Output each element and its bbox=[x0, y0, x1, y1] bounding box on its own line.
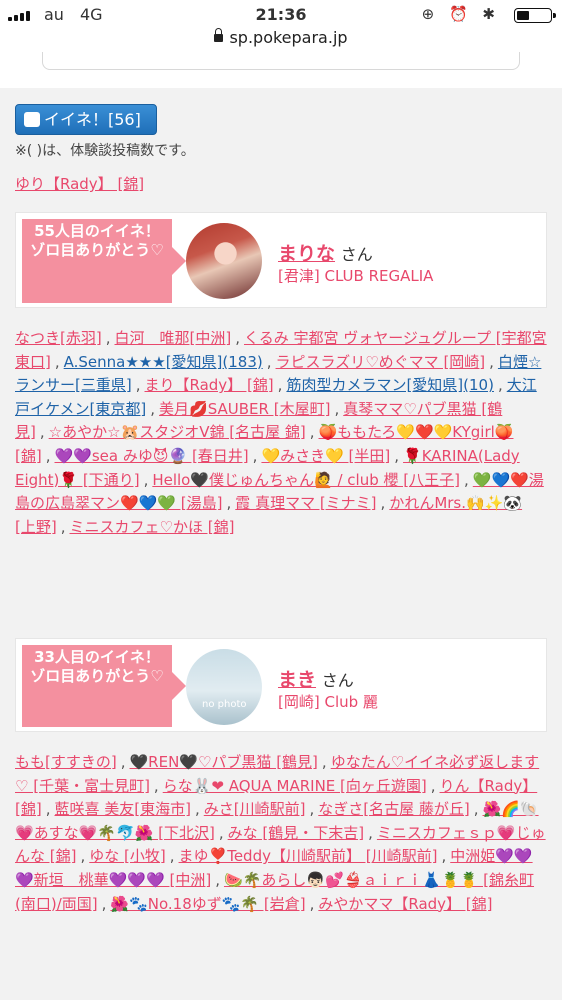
liker-link[interactable]: なぎさ[名古屋 藤が丘] bbox=[318, 800, 469, 818]
liker-link[interactable]: 美月💋SAUBER [木屋町] bbox=[159, 400, 330, 418]
url-text: sp.pokepara.jp bbox=[229, 28, 348, 47]
avatar[interactable] bbox=[186, 223, 262, 299]
system-status-icons: ⊕ ⏰ ✱ bbox=[421, 5, 500, 23]
separator: , bbox=[277, 376, 283, 395]
liker-link[interactable]: まゆ❣️Teddy【川崎駅前】 [川崎駅前] bbox=[179, 847, 438, 865]
separator: , bbox=[309, 894, 315, 913]
thumbs-up-icon bbox=[24, 112, 40, 127]
cast-name[interactable]: まりな さん bbox=[278, 239, 373, 266]
separator: , bbox=[101, 894, 107, 913]
separator: , bbox=[218, 823, 224, 842]
separator: , bbox=[215, 870, 220, 889]
avatar-placeholder-text: no photo bbox=[202, 699, 247, 710]
milestone-ribbon: 33人目のイイネ！ ゾロ目ありがとう♡ bbox=[22, 645, 186, 727]
cast-shop[interactable]: [岡崎] Club 麗 bbox=[278, 691, 378, 712]
liker-link[interactable]: みさ[川崎駅前] bbox=[204, 800, 306, 818]
iine-button[interactable]: イイネ！[56] bbox=[15, 104, 157, 135]
separator: , bbox=[464, 470, 469, 489]
ribbon-text: 33人目のイイネ！ ゾロ目ありがとう♡ bbox=[30, 648, 164, 685]
separator: , bbox=[235, 329, 240, 347]
milestone-ribbon: 55人目のイイネ！ ゾロ目ありがとう♡ bbox=[22, 219, 186, 303]
separator: , bbox=[105, 329, 111, 347]
liker-link[interactable]: 🖤REN🖤♡パブ黒猫 [鶴見] bbox=[130, 753, 318, 771]
separator: , bbox=[80, 847, 86, 866]
iine-label: イイネ！[56] bbox=[44, 110, 141, 129]
liker-link[interactable]: なつき[赤羽] bbox=[15, 329, 102, 347]
cast-name[interactable]: まき さん bbox=[278, 665, 354, 692]
liker-link[interactable]: ☆あやか☆🐹スタジオV錦 [名古屋 錦] bbox=[49, 423, 306, 441]
liker-link[interactable]: ラピスラズリ♡めぐママ [岡崎] bbox=[276, 353, 486, 371]
separator: , bbox=[266, 352, 272, 371]
top-panel bbox=[0, 52, 562, 88]
separator: , bbox=[252, 446, 258, 465]
liker-link[interactable]: A.Senna★★★[愛知県](183) bbox=[64, 353, 263, 371]
separator: , bbox=[226, 494, 232, 513]
separator: , bbox=[380, 494, 386, 513]
lock-icon bbox=[214, 28, 224, 42]
separator: , bbox=[120, 753, 126, 771]
separator: , bbox=[45, 446, 51, 465]
liker-link[interactable]: らな🐰❤ AQUA MARINE [向ヶ丘遊園] bbox=[163, 777, 427, 795]
liker-link[interactable]: みな [鶴見・下末吉] bbox=[228, 824, 364, 842]
separator: , bbox=[54, 352, 60, 371]
separator: , bbox=[39, 423, 45, 442]
separator: , bbox=[143, 470, 149, 489]
liker-link[interactable]: 霞 真理ママ [ミナミ] bbox=[235, 494, 376, 512]
liker-link[interactable]: 💛みさき💛 [半田] bbox=[261, 447, 390, 465]
liker-link[interactable]: 白河 唯那[中洲] bbox=[115, 329, 232, 347]
battery-icon bbox=[514, 8, 556, 23]
liker-link[interactable]: 💜💜sea みゆ😈🔮 [春日井] bbox=[55, 447, 249, 465]
separator: , bbox=[150, 399, 156, 418]
page-content: イイネ！[56] ※( )は、体験談投稿数です。 ゆり【Rady】 [錦] 55… bbox=[0, 88, 562, 1000]
milestone-card: 55人目のイイネ！ ゾロ目ありがとう♡ まりな さん [君津] CLUB REGA… bbox=[15, 212, 547, 308]
ribbon-text: 55人目のイイネ！ ゾロ目ありがとう♡ bbox=[30, 222, 164, 259]
separator: , bbox=[473, 800, 479, 819]
separator: , bbox=[60, 517, 66, 536]
separator: , bbox=[497, 376, 503, 395]
separator: , bbox=[135, 376, 141, 395]
status-bar: au 4G 21:36 ⊕ ⏰ ✱ bbox=[0, 0, 562, 28]
liker-link[interactable]: 藍咲喜 美友[東海市] bbox=[55, 800, 191, 818]
iine-note: ※( )は、体験談投稿数です。 bbox=[15, 143, 195, 159]
separator: , bbox=[394, 446, 400, 465]
separator: , bbox=[334, 399, 340, 418]
liker-list: もも[すすきの], 🖤REN🖤♡パブ黒猫 [鶴見], ゆなたん♡イイネ必ず返します♡… bbox=[15, 751, 547, 916]
separator: , bbox=[441, 847, 447, 866]
liker-list: なつき[赤羽], 白河 唯那[中洲], くるみ 宇都宮 ヴォヤージュグループ [宇都… bbox=[15, 327, 547, 539]
liker-link[interactable]: もも[すすきの] bbox=[15, 753, 117, 771]
milestone-card: 33人目のイイネ！ ゾロ目ありがとう♡ no photo まき さん [岡崎] C… bbox=[15, 638, 547, 732]
top-box bbox=[42, 52, 520, 70]
separator: , bbox=[45, 800, 51, 819]
separator: , bbox=[309, 423, 315, 442]
separator: , bbox=[309, 800, 315, 819]
first-user-link[interactable]: ゆり【Rady】 [錦] bbox=[15, 173, 144, 194]
avatar[interactable]: no photo bbox=[186, 649, 262, 725]
liker-link[interactable]: 🌺🐾No.18ゆず🐾🌴 [岩倉] bbox=[110, 895, 305, 913]
separator: , bbox=[489, 352, 494, 371]
separator: , bbox=[169, 847, 175, 866]
liker-link[interactable]: みやかママ【Rady】 [錦] bbox=[318, 895, 492, 913]
separator: , bbox=[368, 823, 373, 842]
liker-link[interactable]: ゆな [小牧] bbox=[89, 847, 165, 865]
cast-shop[interactable]: [君津] CLUB REGALIA bbox=[278, 265, 433, 286]
liker-link[interactable]: ミニスカフェ♡かほ [錦] bbox=[70, 518, 235, 536]
address-bar[interactable]: sp.pokepara.jp bbox=[0, 28, 562, 54]
separator: , bbox=[321, 753, 327, 771]
liker-link[interactable]: まり【Rady】 [錦] bbox=[145, 376, 274, 394]
separator: , bbox=[153, 776, 159, 795]
separator: , bbox=[430, 776, 436, 795]
separator: , bbox=[194, 800, 200, 819]
liker-link[interactable]: 筋肉型カメラマン[愛知県](10) bbox=[286, 376, 494, 394]
liker-link[interactable]: Hello🖤僕じゅんちゃん🙋 / club 櫻 [八王子] bbox=[152, 471, 460, 489]
